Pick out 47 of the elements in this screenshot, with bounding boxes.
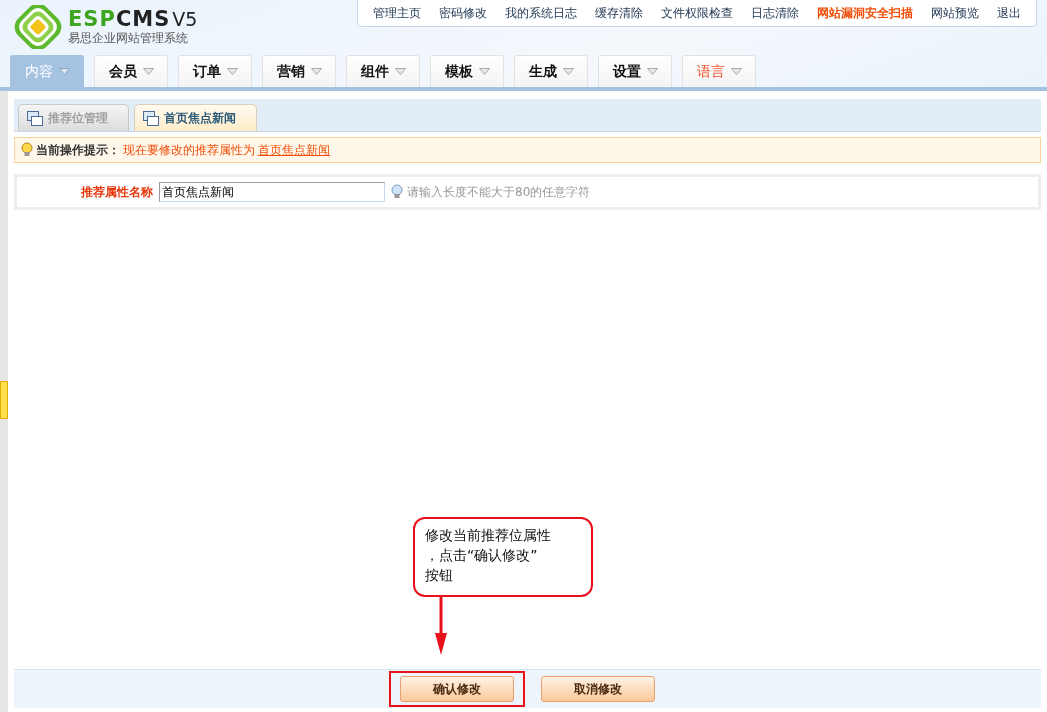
- lightbulb-icon: [21, 142, 33, 158]
- nav-tab[interactable]: 生成: [514, 55, 588, 87]
- nav-tab[interactable]: 模板: [430, 55, 504, 87]
- top-link[interactable]: 网站预览: [922, 4, 988, 22]
- callout-text-line: 修改当前推荐位属性: [425, 526, 551, 545]
- top-link[interactable]: 文件权限检查: [652, 4, 742, 22]
- caret-icon: [58, 68, 70, 75]
- caret-icon: [646, 68, 658, 75]
- top-link[interactable]: 缓存清除: [586, 4, 652, 22]
- top-link[interactable]: 我的系统日志: [496, 4, 586, 22]
- field-label: 推荐属性名称: [80, 183, 153, 201]
- logo-wordmark: ESP: [68, 7, 116, 31]
- monitor-icon: [143, 110, 159, 126]
- nav-tab[interactable]: 营销: [262, 55, 336, 87]
- logo-version: V5: [172, 8, 198, 30]
- name-input-field[interactable]: 首页焦点新闻: [159, 182, 385, 202]
- nav-tab[interactable]: 设置: [598, 55, 672, 87]
- nav-tab[interactable]: 订单: [178, 55, 252, 87]
- nav-tab[interactable]: 会员: [94, 55, 168, 87]
- hint-text: 现在要修改的推荐属性为: [123, 141, 255, 159]
- lightbulb-icon: [391, 184, 403, 200]
- hint-label: 当前操作提示：: [36, 141, 120, 159]
- top-link[interactable]: 退出: [988, 4, 1030, 22]
- caret-icon: [226, 68, 238, 75]
- caret-icon: [730, 68, 742, 75]
- hint-link[interactable]: 首页焦点新闻: [258, 141, 330, 159]
- caret-icon: [478, 68, 490, 75]
- caret-icon: [142, 68, 154, 75]
- nav-tab[interactable]: 组件: [346, 55, 420, 87]
- logo-subtitle: 易思企业网站管理系统: [68, 30, 189, 47]
- nav-tab[interactable]: 语言: [682, 55, 756, 87]
- logo-wordmark-suffix: CMS: [115, 7, 171, 31]
- callout-text-line: 按钮: [425, 566, 453, 585]
- caret-icon: [562, 68, 574, 75]
- side-panel-toggle[interactable]: [0, 381, 8, 419]
- top-link[interactable]: 管理主页: [364, 4, 430, 22]
- monitor-icon: [27, 110, 43, 126]
- callout-text-line: ，点击“确认修改”: [425, 546, 538, 565]
- field-help-text: 请输入长度不能大于80的任意字符: [407, 183, 591, 201]
- top-link[interactable]: 网站漏洞安全扫描: [808, 4, 922, 22]
- caret-icon: [394, 68, 406, 75]
- form-button[interactable]: 确认修改: [400, 676, 514, 702]
- form-button[interactable]: 取消修改: [541, 676, 655, 702]
- top-link[interactable]: 日志清除: [742, 4, 808, 22]
- top-link[interactable]: 密码修改: [430, 4, 496, 22]
- caret-icon: [310, 68, 322, 75]
- tab[interactable]: 首页焦点新闻: [134, 104, 257, 131]
